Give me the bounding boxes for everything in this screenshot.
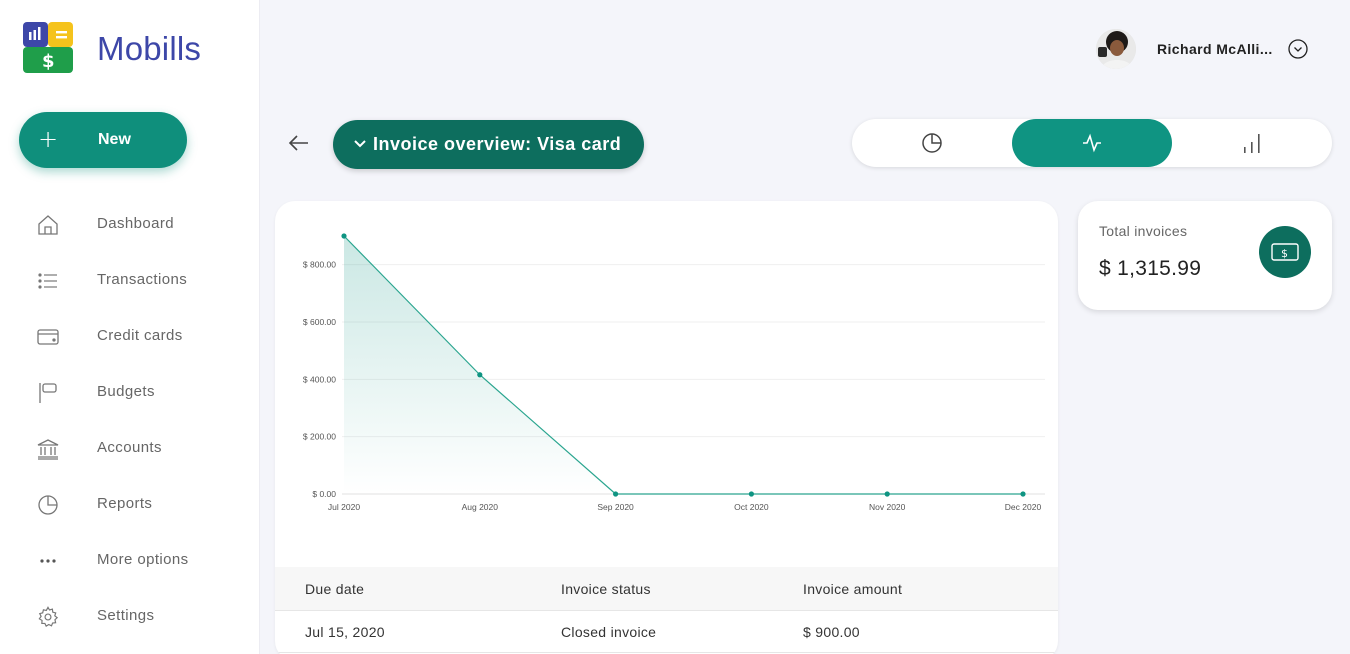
back-arrow-icon[interactable] xyxy=(288,133,310,153)
view-option-bar[interactable] xyxy=(1172,119,1332,167)
chart-card: $ 0.00 $ 200.00 $ 400.00 $ 600.00 $ 800.00 J… xyxy=(275,201,1058,654)
total-invoices-value: $ 1,315.99 xyxy=(1099,257,1202,280)
x-tick-label: Nov 2020 xyxy=(869,502,906,512)
sidebar-item-settings[interactable]: Settings xyxy=(0,594,259,638)
chart-area-fill xyxy=(344,236,1023,494)
sidebar-item-label: Budgets xyxy=(97,383,155,400)
home-icon xyxy=(38,215,58,235)
line-chart-icon xyxy=(1083,133,1101,153)
brand-name: Mobills xyxy=(97,30,202,67)
chevron-down-icon xyxy=(354,140,366,148)
user-menu[interactable]: Richard McAlli... xyxy=(1096,29,1308,69)
sidebar-item-more-options[interactable]: More options xyxy=(0,538,259,582)
mobills-logo-icon[interactable]: $ xyxy=(23,22,73,73)
invoice-selector[interactable]: Invoice overview: Visa card xyxy=(333,120,644,169)
sidebar-item-label: Credit cards xyxy=(97,327,183,344)
view-option-line[interactable] xyxy=(1012,119,1172,167)
sidebar-item-accounts[interactable]: Accounts xyxy=(0,426,259,470)
x-tick-label: Oct 2020 xyxy=(734,502,769,512)
svg-text:$: $ xyxy=(42,51,55,72)
chart-data-point[interactable] xyxy=(748,491,754,497)
column-header-invoice-amount[interactable]: Invoice amount xyxy=(803,581,902,597)
y-tick-label: $ 0.00 xyxy=(312,489,336,499)
chart-data-point[interactable] xyxy=(341,233,347,239)
y-tick-label: $ 400.00 xyxy=(303,374,336,384)
chart-data-point[interactable] xyxy=(884,491,890,497)
invoice-table-header: Due date Invoice status Invoice amount xyxy=(275,567,1058,611)
sidebar-item-label: Transactions xyxy=(97,271,188,288)
y-tick-label: $ 200.00 xyxy=(303,432,336,442)
new-button-label: New xyxy=(98,131,131,148)
total-invoices-label: Total invoices xyxy=(1099,223,1188,239)
chart-data-point[interactable] xyxy=(477,372,483,378)
new-button[interactable]: + New xyxy=(19,112,187,168)
invoice-chart: $ 0.00 $ 200.00 $ 400.00 $ 600.00 $ 800.00 J… xyxy=(303,233,1045,512)
view-toggle xyxy=(852,119,1332,167)
view-option-pie[interactable] xyxy=(852,119,1012,167)
page-title: Invoice overview: Visa card xyxy=(373,134,622,154)
cell-due-date: Jul 15, 2020 xyxy=(305,624,385,640)
cell-invoice-status: Closed invoice xyxy=(561,624,657,640)
plus-icon: + xyxy=(38,125,59,153)
avatar[interactable] xyxy=(1096,29,1136,69)
user-name: Richard McAlli... xyxy=(1157,41,1273,57)
flag-icon xyxy=(39,383,57,403)
x-tick-label: Jul 2020 xyxy=(328,502,360,512)
sidebar-item-credit-cards[interactable]: Credit cards xyxy=(0,314,259,358)
total-invoices-card: Total invoices $ 1,315.99 $ xyxy=(1078,201,1332,310)
pie-chart-icon xyxy=(922,133,942,153)
list-icon xyxy=(38,273,57,289)
money-icon: $ xyxy=(1259,226,1311,278)
sidebar-item-reports[interactable]: Reports xyxy=(0,482,259,526)
pie-chart-icon xyxy=(38,495,58,515)
more-dots-icon xyxy=(40,559,56,563)
table-row[interactable]: Jul 15, 2020 Closed invoice $ 900.00 xyxy=(275,611,1058,653)
sidebar-item-budgets[interactable]: Budgets xyxy=(0,370,259,414)
sidebar-item-dashboard[interactable]: Dashboard xyxy=(0,202,259,246)
sidebar-item-label: Dashboard xyxy=(97,215,174,232)
bar-chart-icon xyxy=(1244,134,1260,153)
chevron-down-icon[interactable] xyxy=(1288,39,1308,59)
sidebar: $ Mobills + New Dashboard Transactions C… xyxy=(0,0,260,654)
column-header-invoice-status[interactable]: Invoice status xyxy=(561,581,651,597)
column-header-due-date[interactable]: Due date xyxy=(305,581,364,597)
chart-data-point[interactable] xyxy=(613,491,619,497)
sidebar-item-transactions[interactable]: Transactions xyxy=(0,258,259,302)
x-tick-label: Aug 2020 xyxy=(462,502,499,512)
avatar-image xyxy=(1096,29,1136,69)
gear-icon xyxy=(38,606,59,628)
sidebar-item-label: Accounts xyxy=(97,439,162,456)
x-tick-label: Sep 2020 xyxy=(597,502,634,512)
credit-card-icon xyxy=(37,329,59,345)
y-tick-label: $ 600.00 xyxy=(303,317,336,327)
y-tick-label: $ 800.00 xyxy=(303,260,336,270)
bank-icon xyxy=(37,439,59,460)
svg-text:$: $ xyxy=(1281,247,1288,260)
x-tick-label: Dec 2020 xyxy=(1005,502,1042,512)
chart-data-point[interactable] xyxy=(1020,491,1026,497)
sidebar-item-label: Reports xyxy=(97,495,153,512)
sidebar-item-label: Settings xyxy=(97,607,155,624)
cell-invoice-amount: $ 900.00 xyxy=(803,624,860,640)
sidebar-item-label: More options xyxy=(97,551,189,568)
